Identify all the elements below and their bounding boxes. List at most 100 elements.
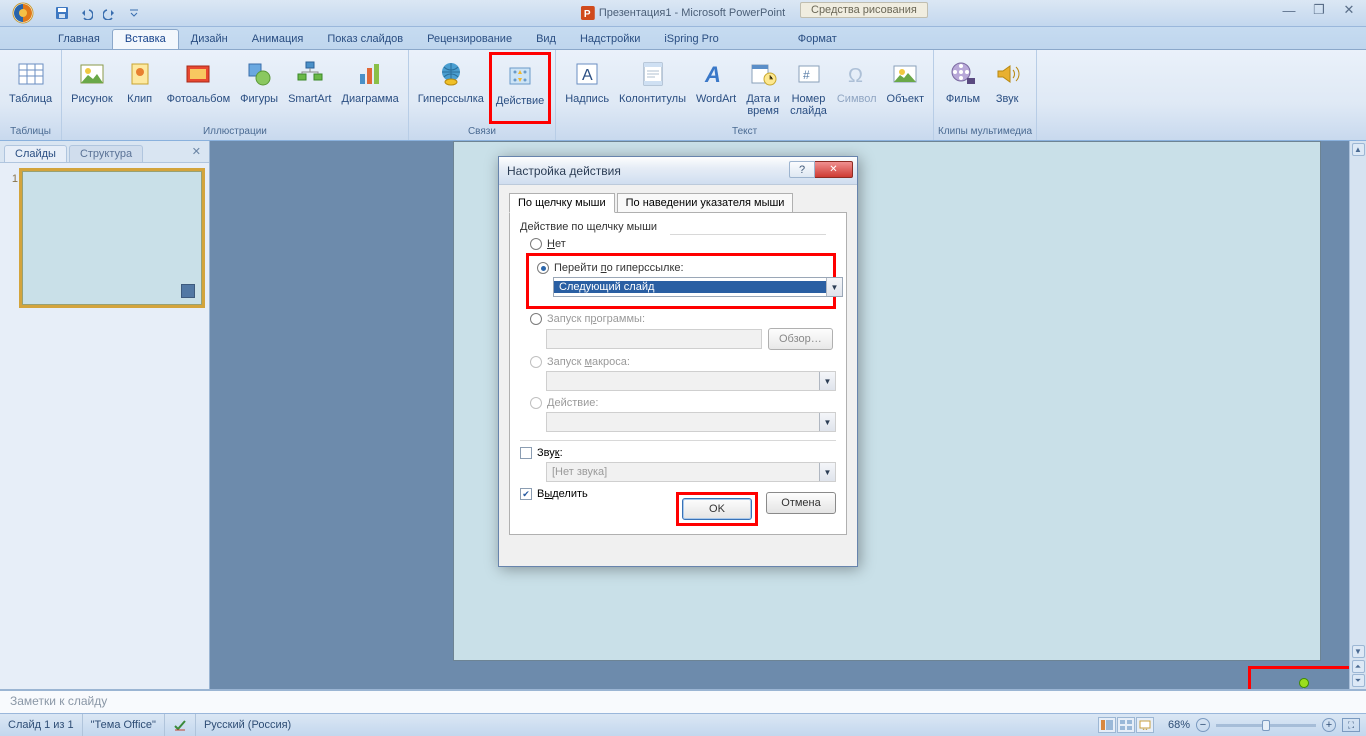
dialog-help-icon[interactable]: ?	[789, 161, 815, 178]
status-language[interactable]: Русский (Россия)	[196, 714, 299, 736]
tab-outline[interactable]: Структура	[69, 145, 143, 162]
zoom-slider[interactable]	[1216, 724, 1316, 727]
dialog-close-icon[interactable]: ✕	[815, 161, 853, 178]
scroll-down-icon[interactable]: ▼	[1352, 645, 1365, 658]
close-icon[interactable]: ✕	[1338, 2, 1360, 18]
tab-insert[interactable]: Вставка	[112, 29, 179, 49]
check-sound-input[interactable]	[520, 447, 532, 459]
radio-run-program[interactable]: Запуск программы:	[530, 313, 836, 325]
btn-ok[interactable]: OK	[682, 498, 752, 520]
radio-none[interactable]: Нет	[530, 238, 836, 250]
btn-datetime[interactable]: Дата и время	[741, 52, 785, 120]
powerpoint-icon: P	[581, 6, 595, 20]
status-slide-info: Слайд 1 из 1	[0, 714, 83, 736]
btn-symbol: ΩСимвол	[832, 52, 882, 120]
fieldset-legend: Действие по щелчку мыши	[520, 221, 657, 233]
office-button[interactable]	[4, 0, 46, 27]
svg-text:P: P	[584, 9, 591, 20]
qat-dropdown-icon[interactable]	[124, 3, 144, 23]
tab-animation[interactable]: Анимация	[240, 30, 316, 49]
tab-design[interactable]: Дизайн	[179, 30, 240, 49]
chevron-down-icon: ▼	[819, 372, 835, 390]
action-settings-dialog: Настройка действия ? ✕ По щелчку мыши По…	[498, 156, 858, 567]
redo-icon[interactable]	[100, 3, 120, 23]
zoom-out-icon[interactable]: −	[1196, 718, 1210, 732]
vertical-scrollbar[interactable]: ▲ ▼ ⏶ ⏷	[1349, 141, 1366, 689]
btn-photoalbum[interactable]: Фотоальбом	[162, 52, 236, 120]
dialog-title-text: Настройка действия	[507, 164, 621, 178]
status-bar: Слайд 1 из 1 "Тема Office" Русский (Росс…	[0, 713, 1366, 736]
group-text: AНадпись Колонтитулы AWordArt Дата и вре…	[556, 50, 934, 140]
zoom-percent: 68%	[1168, 719, 1190, 731]
chevron-down-icon[interactable]: ▼	[826, 278, 842, 296]
btn-hyperlink[interactable]: Гиперссылка	[413, 52, 489, 120]
tab-format[interactable]: Формат	[786, 30, 849, 49]
btn-cancel[interactable]: Отмена	[766, 492, 836, 514]
btn-wordart[interactable]: AWordArt	[691, 52, 741, 120]
radio-hyperlink-input[interactable]	[537, 262, 549, 274]
contextual-tab-label: Средства рисования	[800, 2, 928, 18]
zoom-controls: 68% − + ⛶	[1098, 717, 1360, 733]
view-sorter-icon[interactable]	[1117, 717, 1135, 733]
scroll-up-icon[interactable]: ▲	[1352, 143, 1365, 156]
tab-slideshow[interactable]: Показ слайдов	[315, 30, 415, 49]
dlg-tab-hover[interactable]: По наведении указателя мыши	[617, 193, 794, 213]
btn-chart[interactable]: Диаграмма	[337, 52, 404, 120]
rotate-stem	[1303, 688, 1304, 689]
btn-slidenumber[interactable]: #Номер слайда	[785, 52, 832, 120]
btn-smartart[interactable]: SmartArt	[283, 52, 336, 120]
fit-window-icon[interactable]: ⛶	[1342, 718, 1360, 732]
save-icon[interactable]	[52, 3, 72, 23]
check-highlight-input[interactable]: ✔	[520, 488, 532, 500]
radio-run-input[interactable]	[530, 313, 542, 325]
svg-text:A: A	[582, 67, 593, 84]
dlg-tab-click[interactable]: По щелчку мыши	[509, 193, 615, 213]
btn-table[interactable]: Таблица	[4, 52, 57, 120]
btn-shapes[interactable]: Фигуры	[235, 52, 283, 120]
thumb-preview	[22, 171, 202, 305]
undo-icon[interactable]	[76, 3, 96, 23]
btn-action[interactable]: Действие	[489, 52, 551, 124]
tab-ispring[interactable]: iSpring Pro	[652, 30, 730, 49]
status-theme: "Тема Office"	[83, 714, 165, 736]
btn-clip[interactable]: Клип	[118, 52, 162, 120]
status-spellcheck[interactable]	[165, 714, 196, 736]
window-controls: — ❐ ✕	[1278, 2, 1360, 18]
radio-none-input[interactable]	[530, 238, 542, 250]
radio-hyperlink[interactable]: Перейти по гиперссылке:	[537, 262, 829, 274]
btn-movie[interactable]: Фильм	[941, 52, 985, 120]
tab-slides-thumbnails[interactable]: Слайды	[4, 145, 67, 162]
restore-icon[interactable]: ❐	[1308, 2, 1330, 18]
btn-headerfooter[interactable]: Колонтитулы	[614, 52, 691, 120]
notes-pane[interactable]: Заметки к слайду	[0, 689, 1366, 713]
input-program-path	[546, 329, 762, 349]
dialog-tab-page: Действие по щелчку мыши Нет Перейти по г…	[509, 213, 847, 535]
radio-macro-input	[530, 356, 542, 368]
red-annotation-ok: OK	[676, 492, 758, 526]
view-slideshow-icon[interactable]	[1136, 717, 1154, 733]
selected-shape-region	[1248, 666, 1362, 689]
tab-home[interactable]: Главная	[46, 30, 112, 49]
next-slide-icon[interactable]: ⏷	[1352, 674, 1365, 687]
btn-sound[interactable]: Звук	[985, 52, 1029, 120]
slide-thumb-1[interactable]: 1	[6, 171, 203, 305]
dialog-buttons: OK Отмена	[676, 492, 836, 526]
check-sound[interactable]: Звук:	[520, 447, 836, 459]
btn-picture[interactable]: Рисунок	[66, 52, 118, 120]
dialog-titlebar[interactable]: Настройка действия ? ✕	[499, 157, 857, 185]
tab-addins[interactable]: Надстройки	[568, 30, 652, 49]
btn-object[interactable]: Объект	[882, 52, 929, 120]
radio-action: Действие:	[530, 397, 836, 409]
btn-textbox[interactable]: AНадпись	[560, 52, 614, 120]
zoom-slider-thumb[interactable]	[1262, 720, 1270, 731]
tab-view[interactable]: Вид	[524, 30, 568, 49]
rotate-handle[interactable]	[1299, 678, 1309, 688]
btn-browse[interactable]: Обзор…	[768, 328, 833, 350]
combo-hyperlink-target[interactable]: Следующий слайд ▼	[553, 277, 843, 297]
prev-slide-icon[interactable]: ⏶	[1352, 660, 1365, 673]
minimize-icon[interactable]: —	[1278, 2, 1300, 18]
panel-close-icon[interactable]: ✕	[192, 145, 201, 158]
tab-review[interactable]: Рецензирование	[415, 30, 524, 49]
view-normal-icon[interactable]	[1098, 717, 1116, 733]
zoom-in-icon[interactable]: +	[1322, 718, 1336, 732]
